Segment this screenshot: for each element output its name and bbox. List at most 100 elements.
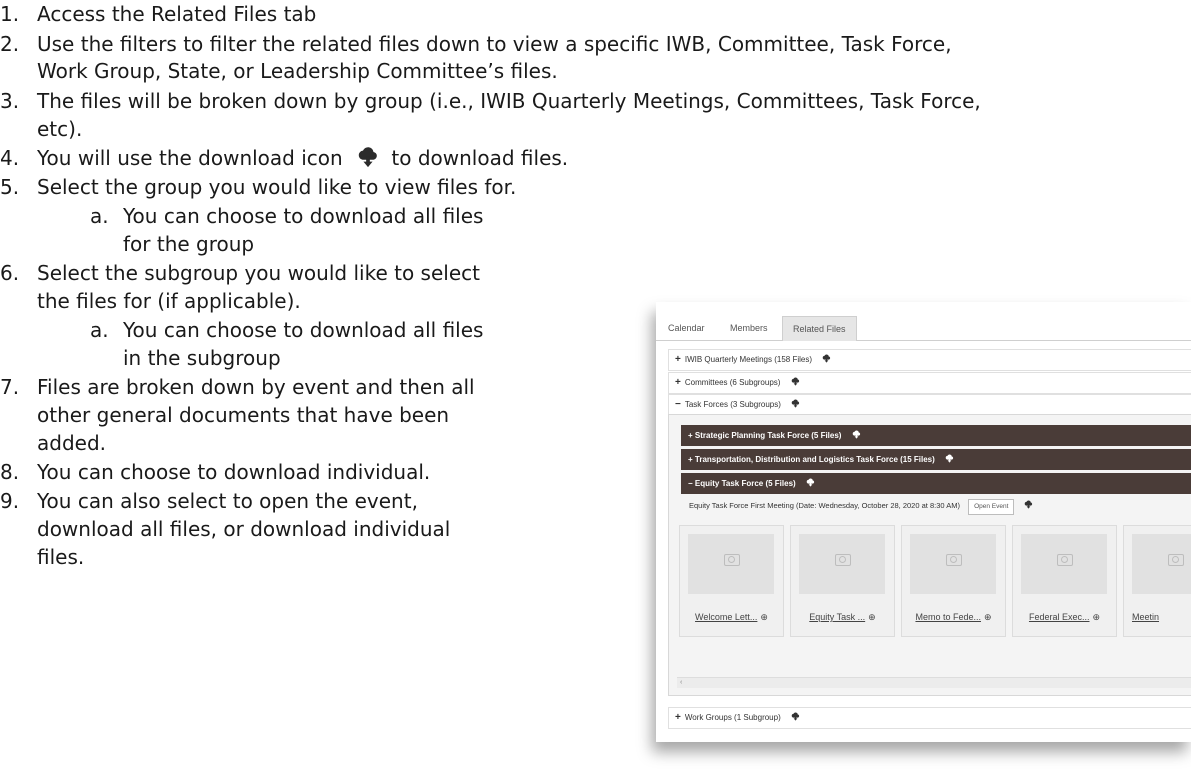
item-text: Use the filters to filter the related fi… <box>37 32 952 56</box>
group-work-groups[interactable]: + Work Groups (1 Subgroup) <box>668 707 1191 729</box>
file-link[interactable]: Equity Task ... <box>809 612 865 622</box>
item-number: 9. <box>0 489 20 513</box>
sub-list-item: a. You can choose to download all files <box>90 202 483 230</box>
cloud-download-icon[interactable] <box>822 354 831 363</box>
expand-icon: + <box>688 455 693 464</box>
cloud-download-icon[interactable] <box>791 399 800 408</box>
item-number: 4. <box>0 146 20 170</box>
cloud-download-icon[interactable] <box>1024 500 1033 509</box>
item-text-continuation: Work Group, State, or Leadership Committ… <box>37 59 558 83</box>
cloud-download-icon <box>358 147 377 168</box>
group-task-forces[interactable]: − Task Forces (3 Subgroups) <box>668 394 1191 416</box>
item-text: The files will be broken down by group (… <box>37 89 981 113</box>
file-link[interactable]: Meetin <box>1132 612 1159 622</box>
tab-calendar[interactable]: Calendar <box>658 316 715 340</box>
item-text: You can choose to download all files <box>123 204 484 228</box>
group-label: Committees (6 Subgroups) <box>684 378 781 387</box>
cloud-download-icon[interactable] <box>806 478 815 487</box>
camera-placeholder-icon <box>946 554 962 566</box>
cloud-download-icon[interactable] <box>791 712 800 721</box>
subgroup-label: Transportation, Distribution and Logisti… <box>694 455 935 464</box>
list-item: 5. Select the group you would like to vi… <box>0 173 516 201</box>
camera-placeholder-icon <box>724 554 740 566</box>
file-thumbnail <box>1132 534 1191 594</box>
expand-icon: + <box>688 431 693 440</box>
subgroup-strategic-planning[interactable]: + Strategic Planning Task Force (5 Files… <box>681 425 1191 446</box>
group-label: Work Groups (1 Subgroup) <box>684 713 781 722</box>
item-number: 3. <box>0 89 20 113</box>
item-text-continuation: added. <box>37 431 107 455</box>
open-event-button[interactable]: Open Event <box>968 499 1015 515</box>
item-number: 1. <box>0 2 20 26</box>
item-number: a. <box>90 318 109 342</box>
list-item: 8. You can choose to download individual… <box>0 458 430 486</box>
item-text-continuation: files. <box>37 545 85 569</box>
file-link[interactable]: Federal Exec... <box>1029 612 1090 622</box>
plus-circle-icon[interactable]: ⊕ <box>760 612 768 623</box>
list-item: 7. Files are broken down by event and th… <box>0 373 475 401</box>
file-link[interactable]: Welcome Lett... <box>695 612 757 622</box>
subgroup-equity[interactable]: − Equity Task Force (5 Files) <box>681 473 1191 494</box>
event-label: Equity Task Force First Meeting (Date: W… <box>689 501 960 510</box>
camera-placeholder-icon <box>1057 554 1073 566</box>
task-forces-panel: + Strategic Planning Task Force (5 Files… <box>668 414 1191 696</box>
event-row: Equity Task Force First Meeting (Date: W… <box>689 497 1033 515</box>
expand-icon: + <box>675 354 681 365</box>
expand-icon: + <box>675 377 681 388</box>
file-card: Welcome Lett... ⊕ <box>679 525 784 637</box>
item-text: Files are broken down by event and then … <box>37 375 475 399</box>
cloud-download-icon[interactable] <box>945 454 954 463</box>
group-label: IWIB Quarterly Meetings (158 Files) <box>684 355 812 364</box>
file-thumbnail <box>1021 534 1107 594</box>
plus-circle-icon[interactable]: ⊕ <box>1092 612 1100 623</box>
file-card: Meetin <box>1123 525 1191 637</box>
expand-icon: + <box>675 712 681 723</box>
group-committees[interactable]: + Committees (6 Subgroups) <box>668 372 1191 394</box>
item-number: 8. <box>0 460 20 484</box>
item-text-continuation: download all files, or download individu… <box>37 517 451 541</box>
list-item: 2. Use the filters to filter the related… <box>0 30 952 58</box>
list-item: 4. You will use the download icon to dow… <box>0 144 568 172</box>
tab-related-files[interactable]: Related Files <box>782 316 857 341</box>
plus-circle-icon[interactable]: ⊕ <box>868 612 876 623</box>
item-text: You can also select to open the event, <box>37 489 418 513</box>
item-text-continuation: for the group <box>123 232 255 256</box>
tab-members[interactable]: Members <box>720 316 778 340</box>
group-iwib-quarterly-meetings[interactable]: + IWIB Quarterly Meetings (158 Files) <box>668 349 1191 371</box>
list-item: 3. The files will be broken down by grou… <box>0 87 981 115</box>
item-text-continuation: etc). <box>37 117 83 141</box>
item-text: to download files. <box>391 146 569 170</box>
file-card: Federal Exec... ⊕ <box>1012 525 1117 637</box>
file-card: Equity Task ... ⊕ <box>790 525 895 637</box>
item-text: Select the group you would like to view … <box>37 175 517 199</box>
file-thumbnail <box>910 534 996 594</box>
related-files-screenshot: Calendar Members Related Files + IWIB Qua… <box>656 302 1191 742</box>
scroll-left-icon[interactable]: ‹ <box>680 679 682 686</box>
item-number: 2. <box>0 32 20 56</box>
horizontal-scrollbar[interactable]: ‹ <box>677 677 1191 688</box>
item-text: Select the subgroup you would like to se… <box>37 261 480 285</box>
camera-placeholder-icon <box>1168 554 1184 566</box>
plus-circle-icon[interactable]: ⊕ <box>984 612 992 623</box>
item-number: 6. <box>0 261 20 285</box>
item-text: You can choose to download individual. <box>37 460 431 484</box>
item-number: 5. <box>0 175 20 199</box>
cloud-download-icon[interactable] <box>852 430 861 439</box>
subgroup-transportation[interactable]: + Transportation, Distribution and Logis… <box>681 449 1191 470</box>
list-item: 9. You can also select to open the event… <box>0 487 418 515</box>
item-text-continuation: other general documents that have been <box>37 403 450 427</box>
cloud-download-icon[interactable] <box>791 377 800 386</box>
file-link[interactable]: Memo to Fede... <box>915 612 981 622</box>
subgroup-label: Strategic Planning Task Force (5 Files) <box>694 431 842 440</box>
item-text: You can choose to download all files <box>123 318 484 342</box>
item-number: 7. <box>0 375 20 399</box>
file-card: Memo to Fede... ⊕ <box>901 525 1006 637</box>
list-item: 1. Access the Related Files tab <box>0 0 316 28</box>
list-item: 6. Select the subgroup you would like to… <box>0 259 480 287</box>
tab-bar: Calendar Members Related Files <box>656 312 1191 341</box>
item-text-continuation: the files for (if applicable). <box>37 289 301 313</box>
collapse-icon: − <box>675 399 681 410</box>
camera-placeholder-icon <box>835 554 851 566</box>
subgroup-label: Equity Task Force (5 Files) <box>694 479 796 488</box>
file-thumbnail <box>688 534 774 594</box>
